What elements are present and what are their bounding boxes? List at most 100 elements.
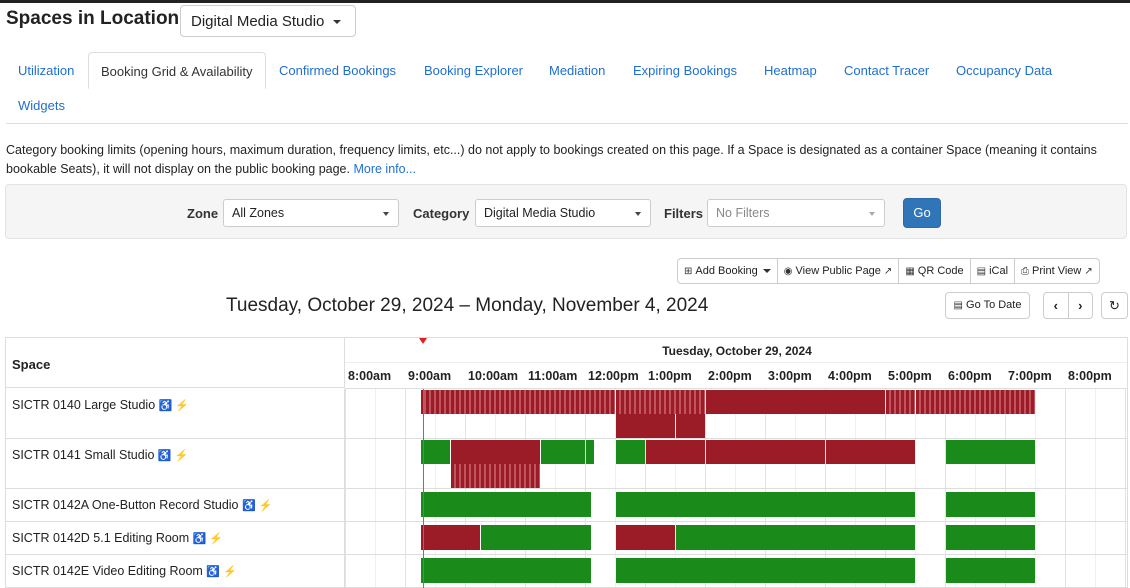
tab-booking-grid[interactable]: Booking Grid & Availability [88, 52, 266, 89]
booking-block[interactable] [616, 414, 675, 438]
available-slot[interactable] [946, 492, 1035, 517]
booking-block[interactable] [886, 390, 915, 414]
add-booking-label: Add Booking [695, 265, 758, 277]
tab-heatmap[interactable]: Heatmap [752, 52, 829, 89]
wheelchair-icon: ♿ [192, 533, 207, 545]
tab-confirmed-bookings[interactable]: Confirmed Bookings [267, 52, 408, 89]
ical-button[interactable]: ▤ iCal [969, 259, 1014, 283]
date-nav-group: ‹ › [1043, 292, 1093, 319]
booking-grid: Space Tuesday, October 29, 2024 8:00am 9:… [5, 337, 1128, 588]
day-header: Tuesday, October 29, 2024 [345, 338, 1127, 363]
booking-block[interactable] [706, 390, 885, 414]
caret-down-icon [635, 212, 641, 216]
current-time-line [423, 389, 424, 588]
available-slot[interactable] [616, 492, 915, 517]
available-slot[interactable] [541, 440, 585, 464]
space-row-label[interactable]: SICTR 0142A One-Button Record Studio ♿ ⚡ [6, 489, 345, 522]
available-slot[interactable] [481, 525, 591, 550]
qr-code-button[interactable]: ▦ QR Code [898, 259, 969, 283]
booking-block[interactable] [421, 525, 480, 550]
caret-down-icon [383, 212, 389, 216]
hour-label: 8:00pm [1068, 369, 1112, 383]
hour-label: 7:00pm [1008, 369, 1052, 383]
space-row-label[interactable]: SICTR 0140 Large Studio ♿ ⚡ [6, 389, 345, 439]
wheelchair-icon: ♿ [158, 400, 173, 412]
caret-down-icon [869, 212, 875, 216]
prev-week-button[interactable]: ‹ [1044, 293, 1068, 318]
calendar-icon: ▤ [953, 300, 963, 311]
booking-block[interactable] [706, 440, 825, 464]
row-divider [345, 488, 1127, 489]
go-to-date-button[interactable]: ▤ Go To Date [945, 292, 1030, 319]
booking-block[interactable] [916, 390, 1035, 414]
view-public-page-button[interactable]: ◉ View Public Page ↗ [776, 259, 899, 283]
available-slot[interactable] [946, 440, 1035, 464]
space-name: SICTR 0142E Video Editing Room [12, 564, 207, 578]
tab-widgets[interactable]: Widgets [6, 87, 77, 124]
hour-label: 11:00am [528, 369, 578, 383]
tab-utilization[interactable]: Utilization [6, 52, 86, 89]
filters-select[interactable]: No Filters [707, 199, 885, 227]
print-view-button[interactable]: ⎙ Print View ↗ [1014, 259, 1099, 283]
tab-mediation[interactable]: Mediation [537, 52, 617, 89]
ical-label: iCal [989, 265, 1009, 277]
external-link-icon: ↗ [883, 265, 893, 277]
space-name: SICTR 0141 Small Studio [12, 448, 158, 462]
available-slot[interactable] [676, 525, 915, 550]
wheelchair-icon: ♿ [206, 566, 221, 578]
tab-expiring-bookings[interactable]: Expiring Bookings [621, 52, 749, 89]
zone-select-value: All Zones [232, 206, 285, 220]
hour-label: 6:00pm [948, 369, 992, 383]
available-slot[interactable] [946, 558, 1035, 583]
tab-bar: Utilization Booking Grid & Availability … [6, 52, 1128, 124]
hour-label: 3:00pm [768, 369, 812, 383]
print-icon: ⎙ [1021, 265, 1030, 277]
available-slot[interactable] [421, 558, 591, 583]
row-divider [345, 438, 1127, 439]
booking-block[interactable] [826, 440, 915, 464]
space-name: SICTR 0142D 5.1 Editing Room [12, 531, 193, 545]
caret-down-icon [762, 269, 771, 273]
space-row-label[interactable]: SICTR 0142D 5.1 Editing Room ♿ ⚡ [6, 522, 345, 555]
filter-bar: Zone All Zones Category Digital Media St… [5, 184, 1127, 239]
category-select[interactable]: Digital Media Studio [475, 199, 651, 227]
booking-block[interactable] [451, 464, 540, 488]
plus-square-icon: ⊞ [684, 265, 693, 277]
next-week-button[interactable]: › [1067, 293, 1093, 318]
booking-block[interactable] [676, 414, 705, 438]
available-slot[interactable] [421, 440, 450, 464]
wheelchair-icon: ♿ [157, 450, 172, 462]
location-select[interactable]: Digital Media Studio [180, 5, 356, 37]
available-slot[interactable] [616, 558, 915, 583]
available-slot[interactable] [421, 492, 591, 517]
available-slot[interactable] [946, 525, 1035, 550]
go-to-date-label: Go To Date [966, 299, 1022, 311]
caret-down-icon [332, 20, 341, 25]
zone-select[interactable]: All Zones [223, 199, 399, 227]
space-name: SICTR 0142A One-Button Record Studio [12, 498, 242, 512]
calendar-icon: ▤ [976, 265, 987, 277]
add-booking-button[interactable]: ⊞ Add Booking [678, 259, 777, 283]
tab-contact-tracer[interactable]: Contact Tracer [832, 52, 941, 89]
go-button[interactable]: Go [903, 198, 941, 228]
tab-booking-explorer[interactable]: Booking Explorer [412, 52, 535, 89]
refresh-button[interactable]: ↻ [1101, 292, 1128, 319]
available-slot[interactable] [616, 440, 645, 464]
qr-code-label: QR Code [917, 265, 964, 277]
row-divider [345, 554, 1127, 555]
row-divider [345, 521, 1127, 522]
view-public-label: View Public Page [795, 265, 881, 277]
booking-block[interactable] [616, 525, 675, 550]
tab-occupancy-data[interactable]: Occupancy Data [944, 52, 1064, 89]
booking-block[interactable] [451, 440, 540, 464]
info-notice: Category booking limits (opening hours, … [6, 141, 1116, 179]
booking-block[interactable] [421, 390, 615, 414]
booking-block[interactable] [646, 440, 705, 464]
space-row-label[interactable]: SICTR 0142E Video Editing Room ♿ ⚡ [6, 555, 345, 588]
booking-block[interactable] [616, 390, 705, 414]
available-slot[interactable] [586, 440, 594, 464]
plug-icon: ⚡ [171, 450, 189, 462]
more-info-link[interactable]: More info... [353, 162, 416, 176]
space-row-label[interactable]: SICTR 0141 Small Studio ♿ ⚡ [6, 439, 345, 489]
print-view-label: Print View [1032, 265, 1082, 277]
